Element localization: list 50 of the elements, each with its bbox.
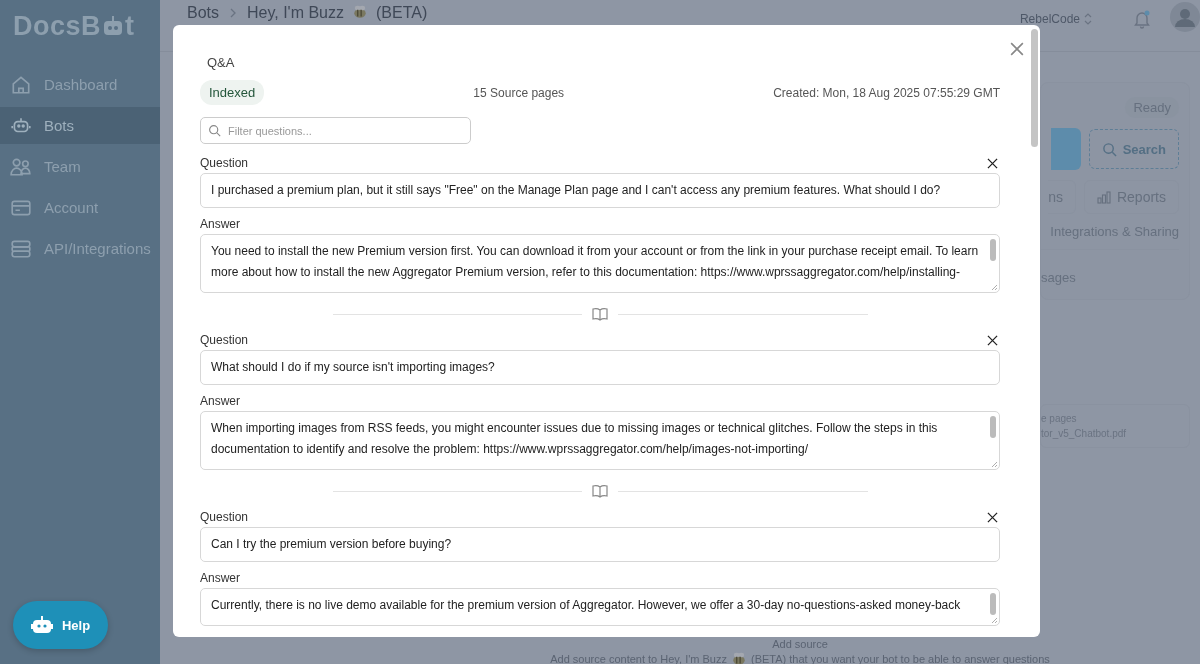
book-icon: [592, 307, 608, 321]
answer-label: Answer: [200, 394, 241, 408]
question-label: Question: [200, 510, 249, 524]
bell-icon[interactable]: [1132, 9, 1152, 29]
bee-icon: [352, 4, 368, 20]
scrollbar-thumb[interactable]: [990, 416, 996, 438]
team-selector[interactable]: RebelCode: [1019, 12, 1092, 26]
question-field[interactable]: I purchased a premium plan, but it still says "Free" on the Manage Plan page and I can't access any premium features. What should I do?: [200, 173, 1000, 208]
search-icon: [208, 124, 221, 137]
created-date: Created: Mon, 18 Aug 2025 07:55:29 GMT: [773, 85, 1000, 100]
help-button[interactable]: Help: [13, 601, 108, 649]
answer-field[interactable]: You need to install the new Premium version first. You can download it from your account or from the link in your purchase receipt email. To learn more about how to install the new Aggregator Premium version, refer to this documentation: https://www.wprssaggregator.com/help/installing-: [200, 234, 1000, 293]
remove-button[interactable]: [987, 511, 998, 523]
primary-button[interactable]: [1050, 128, 1081, 170]
answer-field[interactable]: When importing images from RSS feeds, you might encounter issues due to missing images or technical glitches. Follow the steps in this documentation to identify and resolve the problem: https://www.wprssaggregator.com/help/images-not-importing/: [200, 411, 1000, 470]
scrollbar-thumb[interactable]: [1031, 29, 1038, 147]
dialog-title: Q&A: [206, 55, 236, 70]
source-pages-count: 15 Source pages: [473, 85, 565, 100]
question-field[interactable]: Can I try the premium version before buying?: [200, 527, 1000, 562]
search-button[interactable]: Search: [1088, 129, 1179, 169]
search-icon: [1101, 141, 1117, 157]
robot-icon: [30, 614, 53, 636]
close-button[interactable]: [1010, 42, 1024, 56]
status-badge: Indexed: [200, 80, 265, 105]
answer-label: Answer: [200, 571, 241, 585]
question-field[interactable]: What should I do if my source isn't importing images?: [200, 350, 1000, 385]
search-field[interactable]: Filter questions...: [200, 117, 471, 144]
resize-handle-icon[interactable]: [991, 284, 998, 291]
resize-handle-icon[interactable]: [991, 461, 998, 468]
scrollbar-thumb[interactable]: [990, 239, 996, 261]
breadcrumb-link[interactable]: Bots: [187, 4, 219, 22]
remove-button[interactable]: [987, 157, 998, 169]
bee-icon: [731, 651, 747, 664]
avatar-icon[interactable]: [1170, 2, 1200, 32]
book-icon: [592, 484, 608, 498]
remove-button[interactable]: [987, 334, 998, 346]
scrollbar-thumb[interactable]: [990, 593, 996, 615]
resize-handle-icon[interactable]: [991, 617, 998, 624]
answer-label: Answer: [200, 217, 241, 231]
robot-logo-icon: [102, 15, 125, 37]
sidebar-item[interactable]: Bots: [0, 107, 160, 144]
answer-field[interactable]: Currently, there is no live demo available for the premium version of Aggregator. However, we offer a 30-day no-questions-asked money-back: [200, 588, 1000, 626]
bar-chart-icon: [1096, 190, 1111, 204]
question-label: Question: [200, 333, 249, 347]
chevron-up-down-icon: [1084, 13, 1092, 25]
question-label: Question: [200, 156, 249, 170]
stack-icon: [10, 237, 32, 260]
team-icon: [10, 155, 32, 178]
beta-label: (BETA): [376, 4, 428, 22]
breadcrumb-current: Hey, I'm Buzz: [247, 4, 344, 22]
